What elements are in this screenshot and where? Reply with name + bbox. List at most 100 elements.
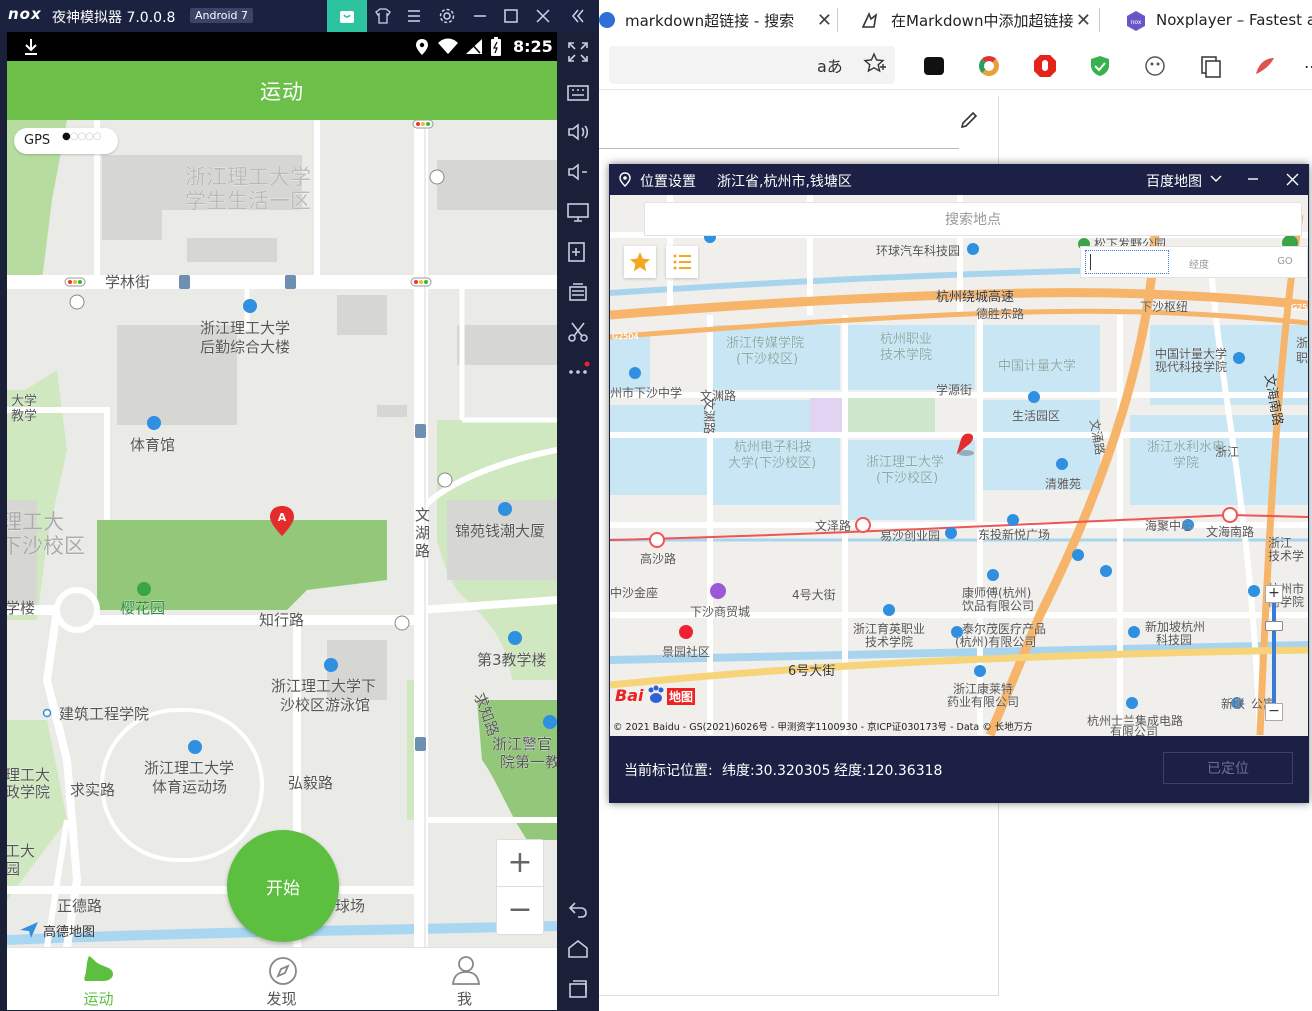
- store-button[interactable]: [327, 0, 367, 32]
- recent-apps-icon[interactable]: [566, 977, 590, 1001]
- apk-install-icon[interactable]: [566, 240, 590, 264]
- minimize-icon[interactable]: [1247, 177, 1259, 181]
- gps-label: GPS: [24, 133, 51, 148]
- collapse-sidebar-icon[interactable]: [570, 8, 586, 24]
- map-label: 锦苑钱潮大厦: [455, 522, 545, 540]
- more-icon[interactable]: ⋯: [1299, 53, 1312, 79]
- amap-map[interactable]: A 浙江理工大学 学生生活一区 学林街 浙江理工大学 后勤综合大楼 体育馆 理工…: [7, 120, 557, 947]
- map-label: 中国计量大学: [998, 358, 1076, 374]
- home-icon[interactable]: [566, 937, 590, 961]
- browser-tab-1[interactable]: markdown超链接 - 搜索 ✕: [599, 0, 836, 40]
- map-label: 文海南路: [1206, 524, 1254, 539]
- screen-icon[interactable]: [566, 200, 590, 224]
- nav-item-me[interactable]: 我: [373, 948, 556, 1010]
- maximize-icon[interactable]: [503, 8, 519, 24]
- map-label: 文: [415, 506, 430, 524]
- map-label: 文泽路: [815, 518, 851, 533]
- map-label: 泰尔茂医疗产品: [962, 621, 1046, 636]
- nav-label: 运动: [83, 990, 114, 1008]
- current-position-label: 当前标记位置:: [624, 763, 713, 779]
- back-icon[interactable]: [566, 897, 590, 921]
- zoom-out-button[interactable]: −: [497, 888, 543, 934]
- longitude-input[interactable]: 经度: [1171, 250, 1263, 274]
- nav-item-sport[interactable]: 运动: [7, 948, 190, 1010]
- url-field[interactable]: [609, 46, 895, 84]
- page-favicon-icon: [861, 11, 878, 28]
- map-label: 药业有限公司: [947, 695, 1019, 709]
- more-options-icon[interactable]: [566, 360, 590, 384]
- map-label: 体育运动场: [152, 778, 227, 796]
- nox-favicon-icon: nox: [1127, 11, 1145, 31]
- scissors-icon[interactable]: [566, 320, 590, 344]
- map-label: 后勤综合大楼: [200, 338, 290, 356]
- browser-tab-3[interactable]: nox Noxplayer – Fastest and: [1103, 0, 1312, 40]
- location-settings-dialog: 位置设置 浙江省,杭州市,钱塘区 百度地图 环球汽车科技园 杭州绕城高速 德胜东…: [609, 164, 1309, 803]
- baidu-map[interactable]: 环球汽车科技园 杭州绕城高速 德胜东路 松下发野公园 下沙枢纽 浙江传媒学院 (…: [610, 195, 1308, 736]
- chevron-down-icon[interactable]: [1210, 175, 1222, 183]
- android-screen: 8:25 运动 A 浙江理工大学 学生生活一区 学林街 浙江理工大学 后勤综合大…: [7, 32, 557, 1010]
- map-label: 海聚中心: [1145, 518, 1193, 533]
- close-icon[interactable]: [1286, 173, 1299, 186]
- map-label: 下沙商贸城: [690, 604, 750, 619]
- map-label: 州市下沙中学: [610, 385, 682, 400]
- volume-up-icon[interactable]: [566, 120, 590, 144]
- zoom-in-button[interactable]: +: [1265, 585, 1283, 603]
- close-icon[interactable]: [535, 8, 551, 24]
- skin-icon[interactable]: [374, 8, 392, 24]
- favorites-list-button[interactable]: [666, 246, 698, 278]
- gear-icon[interactable]: [438, 7, 456, 25]
- map-provider-select[interactable]: 百度地图: [1146, 171, 1202, 191]
- multi-instance-icon[interactable]: [566, 280, 590, 304]
- nav-item-discover[interactable]: 发现: [190, 948, 373, 1010]
- tab-title: Noxplayer – Fastest and: [1156, 11, 1312, 29]
- emulator-window: nox 夜神模拟器 7.0.0.8 Android 7 8:25 运动 A 浙江…: [0, 0, 599, 1011]
- location-search-input[interactable]: 搜索地点: [644, 202, 1302, 236]
- nav-label: 我: [456, 990, 472, 1008]
- traffic-light-icon: [410, 277, 432, 287]
- poi-icon: [188, 740, 202, 754]
- map-label: 浙江: [1268, 536, 1292, 550]
- close-icon[interactable]: ✕: [1076, 10, 1091, 31]
- favorite-button[interactable]: [624, 246, 656, 278]
- shield-icon[interactable]: [1087, 53, 1113, 79]
- zoom-slider-handle[interactable]: [1265, 621, 1283, 631]
- status-bar: 8:25: [7, 32, 557, 61]
- map-label: 新联: [1221, 696, 1245, 711]
- fullscreen-icon[interactable]: [566, 40, 590, 64]
- collections-icon[interactable]: [1197, 53, 1223, 79]
- adblock-icon[interactable]: [1032, 53, 1058, 79]
- browser-tab-2[interactable]: 在Markdown中添加超链接 ✕: [843, 0, 1095, 40]
- emulator-titlebar: nox 夜神模拟器 7.0.0.8 Android 7: [0, 0, 599, 32]
- volume-down-icon[interactable]: [566, 160, 590, 184]
- extension-icon[interactable]: [921, 53, 947, 79]
- map-label: 理工大: [7, 510, 64, 534]
- map-label: 球场: [335, 897, 365, 915]
- keyboard-icon[interactable]: [566, 80, 590, 104]
- extension-icon[interactable]: [976, 53, 1002, 79]
- go-button[interactable]: GO: [1267, 250, 1303, 274]
- map-label: 建筑工程学院: [59, 705, 149, 723]
- zoom-track[interactable]: [1272, 603, 1276, 703]
- map-label: 文渊路: [702, 398, 717, 434]
- map-canvas[interactable]: A 浙江理工大学 学生生活一区 学林街 浙江理工大学 后勤综合大楼 体育馆 理工…: [7, 120, 557, 947]
- gps-indicator: GPS ●○○○○: [14, 128, 118, 154]
- poi-dot-icon: [42, 708, 52, 718]
- menu-icon[interactable]: [406, 8, 422, 24]
- start-button[interactable]: 开始: [227, 830, 339, 942]
- add-favorite-icon[interactable]: [863, 52, 887, 76]
- latitude-input[interactable]: [1085, 250, 1169, 274]
- zoom-out-button[interactable]: −: [1265, 703, 1283, 721]
- extension-icon[interactable]: [1142, 53, 1168, 79]
- map-label: 清雅苑: [1045, 476, 1081, 491]
- zoom-in-button[interactable]: +: [497, 840, 543, 887]
- map-label: 弘毅路: [288, 774, 333, 792]
- located-button[interactable]: 已定位: [1163, 752, 1293, 784]
- location-pin-icon: [619, 172, 631, 187]
- extension-icon[interactable]: [1252, 53, 1278, 79]
- poi-icon: [498, 502, 512, 516]
- close-icon[interactable]: ✕: [817, 10, 832, 31]
- highway-shield: G25: [1291, 303, 1307, 312]
- minimize-icon[interactable]: [472, 8, 488, 24]
- read-aloud-button[interactable]: aあ: [817, 53, 843, 77]
- map-label: 职: [1296, 351, 1308, 365]
